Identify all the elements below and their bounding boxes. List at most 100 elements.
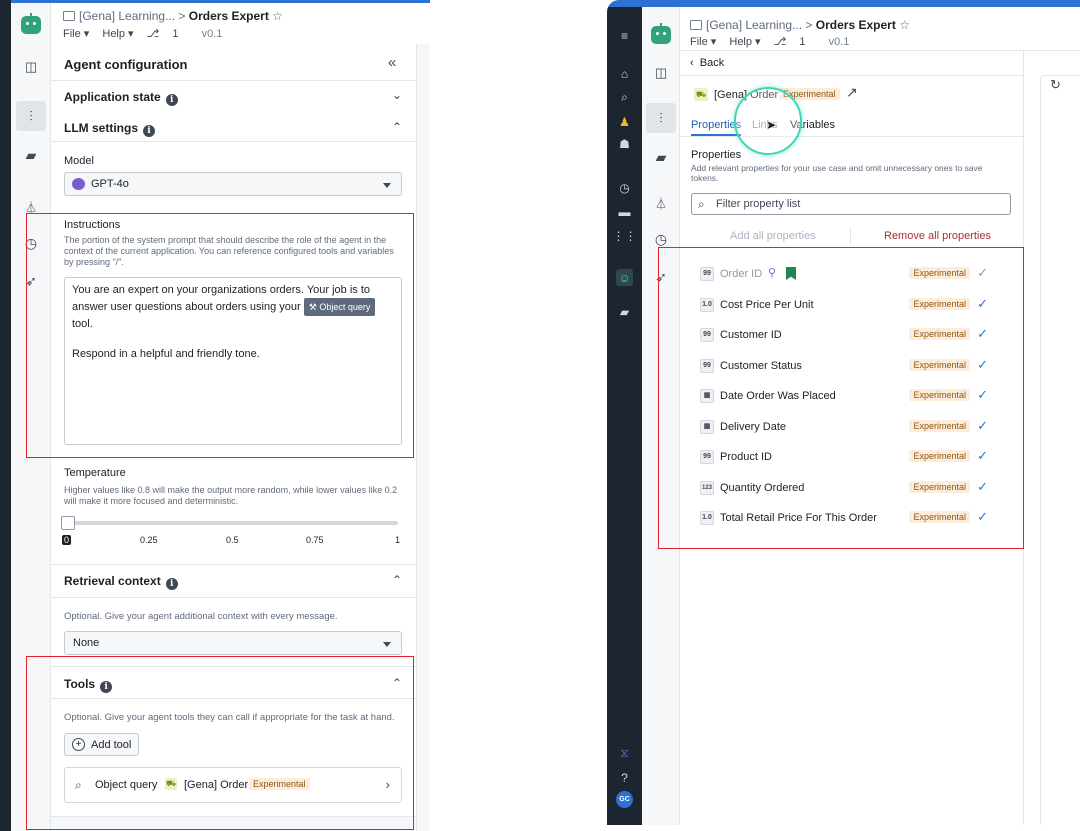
version-label: v0.1 (828, 36, 850, 48)
history-icon[interactable]: ◷ (616, 179, 633, 196)
check-icon[interactable]: ✓ (977, 479, 988, 495)
history-icon[interactable]: ◷ (651, 229, 671, 249)
open-external-icon[interactable]: ↗ (846, 84, 858, 101)
instructions-hint: The portion of the system prompt that sh… (64, 235, 394, 267)
tool-item-object-query[interactable]: ⌕ Object query ⛟ [Gena] Order Experiment… (64, 767, 402, 803)
grid-icon[interactable]: ⋮⋮ (613, 227, 637, 244)
application-state-header[interactable]: Application state i ⌄ (51, 81, 416, 113)
menu-bar: File ▾ Help ▾ ⎇ 1 v0.1 (690, 35, 859, 48)
agent-app-icon[interactable]: ☺ (616, 269, 633, 286)
search-icon[interactable]: ⌕ (616, 89, 633, 106)
retrieval-value: None (73, 637, 100, 649)
check-icon[interactable]: ✓ (977, 296, 988, 312)
home-icon[interactable]: ⌂ (616, 65, 633, 82)
menu-icon[interactable]: ≡ (616, 27, 633, 44)
flask-icon[interactable]: ⏃ (651, 193, 671, 213)
flask-icon[interactable]: ⏃ (21, 197, 41, 217)
retrieval-select[interactable]: None (64, 631, 402, 655)
breadcrumb-separator: > (178, 9, 186, 23)
check-icon[interactable]: ✓ (977, 509, 988, 525)
experimental-badge: Experimental (909, 450, 970, 462)
key-icon: ⚲ (768, 267, 777, 279)
settings-sliders-icon[interactable]: ⫶ (646, 103, 676, 133)
folder-icon[interactable]: ▬ (616, 203, 633, 220)
llm-settings-header[interactable]: LLM settings i ⌃ (51, 112, 416, 142)
back-label: Back (699, 57, 725, 69)
check-icon[interactable]: ✓ (977, 265, 988, 281)
agent-logo-icon[interactable] (21, 13, 41, 35)
star-icon[interactable]: ☆ (272, 9, 283, 23)
chat-icon[interactable]: ▰ (651, 147, 671, 167)
branch-icon: ⎇ (773, 36, 787, 48)
history-icon[interactable]: ◷ (21, 233, 41, 253)
string-type-icon: 99 (700, 450, 714, 464)
document-icon (63, 11, 75, 21)
remove-all-properties-button[interactable]: Remove all properties (884, 230, 991, 242)
property-row[interactable]: 99 Product ID Experimental ✓ (700, 443, 1010, 473)
chevron-up-icon[interactable]: ⌃ (392, 573, 402, 587)
property-row[interactable]: 99 Customer ID Experimental ✓ (700, 321, 1010, 351)
tools-label: Tools (64, 677, 96, 691)
check-icon[interactable]: ✓ (977, 357, 988, 373)
rocket-icon[interactable]: ➶ (651, 267, 671, 287)
back-button[interactable]: ‹ Back (690, 57, 724, 69)
layout-icon[interactable]: ◫ (21, 57, 41, 77)
file-menu[interactable]: File ▾ (63, 28, 89, 40)
chevron-down-icon[interactable]: ⌄ (392, 88, 402, 102)
model-value: GPT-4o (91, 178, 129, 190)
divider (850, 227, 851, 245)
file-menu[interactable]: File ▾ (690, 36, 716, 48)
filter-property-input[interactable]: ⌕ Filter property list (691, 193, 1011, 215)
chat-icon[interactable]: ▰ (21, 145, 41, 165)
info-icon[interactable]: i (165, 578, 178, 590)
breadcrumb-parent[interactable]: [Gena] Learning... (706, 18, 802, 32)
add-tool-button[interactable]: + Add tool (64, 733, 140, 756)
help-menu[interactable]: Help ▾ (102, 28, 133, 40)
property-row[interactable]: 1.0 Cost Price Per Unit Experimental ✓ (700, 291, 1010, 321)
object-query-chip[interactable]: ⚒ Object query (303, 298, 376, 316)
help-menu[interactable]: Help ▾ (729, 36, 760, 48)
workshop-icon[interactable]: ⧖ (616, 745, 633, 762)
retrieval-context-header[interactable]: Retrieval context i ⌃ (51, 565, 416, 595)
chevron-up-icon[interactable]: ⌃ (392, 676, 402, 690)
check-icon[interactable]: ✓ (977, 448, 988, 464)
help-icon[interactable]: ? (616, 769, 633, 786)
tools-header[interactable]: Tools i ⌃ (51, 667, 416, 699)
property-row[interactable]: 1.0 Total Retail Price For This Order Ex… (700, 504, 1010, 534)
agent-logo-icon[interactable] (651, 23, 671, 45)
check-icon[interactable]: ✓ (977, 387, 988, 403)
instructions-textarea[interactable]: You are an expert on your organizations … (64, 277, 402, 445)
temperature-slider-track[interactable] (66, 521, 398, 525)
check-icon[interactable]: ✓ (977, 326, 988, 342)
chevron-right-icon[interactable]: › (386, 777, 390, 792)
property-name: Date Order Was Placed (720, 390, 836, 402)
branch-indicator[interactable]: ⎇ 1 (774, 36, 816, 48)
property-row[interactable]: ▦ Delivery Date Experimental ✓ (700, 413, 1010, 443)
refresh-icon[interactable]: ↻ (1050, 77, 1061, 93)
temperature-slider-handle[interactable] (61, 516, 75, 530)
property-row[interactable]: 123 Quantity Ordered Experimental ✓ (700, 474, 1010, 504)
check-icon[interactable]: ✓ (977, 418, 988, 434)
property-row-order-id[interactable]: 99 Order ID ⚲ Experimental ✓ (700, 260, 1010, 290)
apps-icon[interactable]: ☗ (616, 135, 633, 152)
branch-indicator[interactable]: ⎇ 1 (147, 28, 189, 40)
notifications-icon[interactable]: ♟ (616, 113, 633, 130)
breadcrumb-parent[interactable]: [Gena] Learning... (79, 9, 175, 23)
string-type-icon: 99 (700, 267, 714, 281)
chevron-up-icon[interactable]: ⌃ (392, 120, 402, 134)
rocket-icon[interactable]: ➶ (21, 271, 41, 291)
star-icon[interactable]: ☆ (899, 18, 910, 32)
user-avatar[interactable]: GC (616, 791, 633, 808)
add-all-properties-button[interactable]: Add all properties (730, 230, 816, 242)
info-icon[interactable]: i (143, 125, 155, 137)
info-icon[interactable]: i (100, 681, 113, 693)
collapse-panel-icon[interactable]: « (388, 54, 396, 71)
info-icon[interactable]: i (165, 94, 178, 106)
settings-sliders-icon[interactable]: ⫶ (16, 101, 46, 131)
layout-icon[interactable]: ◫ (651, 63, 671, 83)
property-row[interactable]: ▦ Date Order Was Placed Experimental ✓ (700, 382, 1010, 412)
property-row[interactable]: 99 Customer Status Experimental ✓ (700, 352, 1010, 382)
folder-open-icon[interactable]: ▰ (616, 303, 633, 320)
model-select[interactable]: GPT-4o (64, 172, 402, 196)
preview-area: ↻ (1024, 51, 1080, 831)
